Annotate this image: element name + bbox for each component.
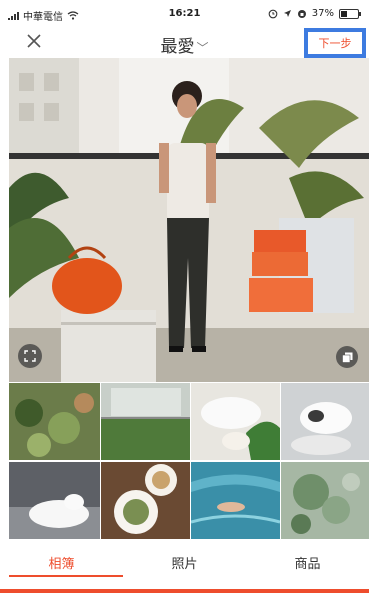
source-tabs: 相簿 照片 商品 (0, 540, 369, 580)
photo-thumbnail[interactable] (9, 383, 100, 460)
cat-on-leaf-image (191, 383, 280, 460)
battery-fill (341, 10, 347, 17)
photo-grid (9, 383, 369, 540)
tab-photos[interactable]: 照片 (123, 540, 246, 580)
rotation-lock-icon (297, 9, 306, 18)
location-icon (283, 10, 291, 17)
pool-swimmer-image (191, 462, 280, 539)
plants-shelf-image (9, 383, 100, 460)
bottom-accent-bar (0, 589, 369, 593)
cat-sleeping-image (9, 462, 100, 539)
photo-thumbnail[interactable] (101, 383, 190, 460)
page-title: 最愛 (160, 37, 195, 57)
tab-albums[interactable]: 相簿 (0, 540, 123, 580)
status-bar: 中華電信 16:21 37% (0, 0, 369, 26)
multi-select-button[interactable] (336, 346, 358, 368)
food-dishes-image (101, 462, 190, 539)
selected-photo-preview[interactable] (9, 58, 369, 382)
greenhouse-image (101, 383, 190, 460)
cat-face-image (281, 383, 369, 460)
photo-thumbnail[interactable] (191, 462, 280, 539)
photo-thumbnail[interactable] (9, 462, 100, 539)
photo-thumbnail-selected[interactable] (281, 383, 369, 460)
photo-thumbnail[interactable] (101, 462, 190, 539)
succulents-image (281, 462, 369, 539)
status-right: 37% (268, 8, 361, 19)
multi-select-icon (341, 352, 352, 363)
photo-thumbnail[interactable] (191, 383, 280, 460)
next-button[interactable]: 下一步 (304, 28, 366, 58)
expand-icon (24, 350, 36, 362)
preview-image (9, 58, 369, 382)
alarm-icon (268, 9, 278, 18)
expand-button[interactable] (18, 344, 42, 368)
photo-thumbnail[interactable] (281, 462, 369, 539)
tab-products[interactable]: 商品 (246, 540, 369, 580)
battery-icon (339, 8, 361, 19)
top-bar: 最愛 ﹀ 下一步 (0, 26, 369, 60)
chevron-down-icon: ﹀ (196, 41, 209, 55)
battery-percent: 37% (311, 8, 334, 19)
